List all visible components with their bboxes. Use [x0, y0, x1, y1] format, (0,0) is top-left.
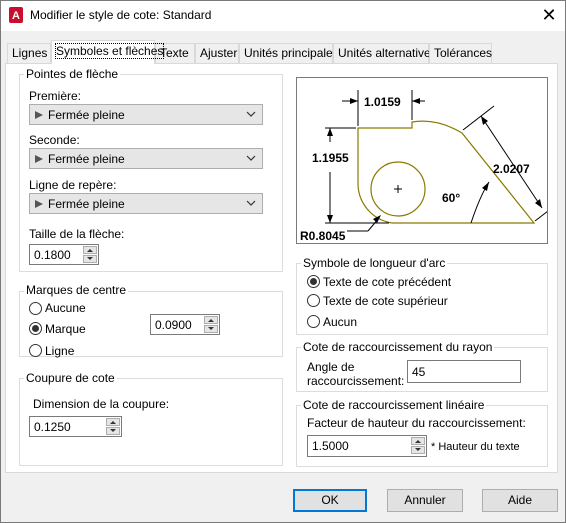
arrow-size-value: 0.1800 — [34, 248, 71, 262]
spin-up-button[interactable] — [411, 437, 425, 445]
spin-buttons — [106, 418, 120, 435]
chevron-down-icon — [246, 108, 256, 123]
close-button[interactable]: ✕ — [538, 4, 560, 26]
spin-buttons — [411, 437, 425, 454]
center-mark-radio[interactable] — [29, 322, 42, 335]
tab-label: Unités principales — [244, 46, 339, 60]
tab-ajuster[interactable]: Ajuster — [195, 43, 239, 63]
spin-down-button[interactable] — [83, 255, 97, 263]
linear-jog-legend: Cote de raccourcissement linéaire — [301, 398, 487, 412]
spin-up-button[interactable] — [83, 246, 97, 254]
center-marks-legend: Marques de centre — [24, 283, 129, 297]
break-size-label: Dimension de la coupure: — [33, 397, 170, 411]
spin-up-button[interactable] — [204, 316, 218, 324]
help-button[interactable]: Aide — [482, 489, 558, 512]
arrow-size-label: Taille de la flèche: — [29, 227, 125, 241]
left-dim-text: 1.1955 — [312, 151, 349, 165]
preview-drawing: 1.0159 1.1955 2.0207 60° R0.8045 — [300, 90, 549, 243]
jog-angle-label-1: Angle de — [307, 360, 355, 374]
arrow-size-stepper[interactable]: 0.1800 — [29, 244, 99, 265]
angle-text: 60° — [442, 191, 460, 205]
center-line-label: Ligne — [45, 344, 75, 358]
jog-factor-label: Facteur de hauteur du raccourcissement: — [307, 416, 526, 430]
second-arrow-label: Seconde: — [29, 133, 80, 147]
first-arrow-label: Première: — [29, 89, 82, 103]
cancel-button[interactable]: Annuler — [387, 489, 463, 512]
tab-label: Unités alternatives — [338, 46, 437, 60]
arc-preceding-label: Texte de cote précédent — [323, 275, 452, 289]
spin-down-button[interactable] — [106, 427, 120, 435]
arrowhead-icon — [34, 109, 44, 123]
tab-label: Symboles et flèches — [54, 43, 165, 59]
jog-factor-value: 1.5000 — [312, 439, 349, 453]
svg-text:A: A — [12, 10, 20, 22]
right-dim-text: 2.0207 — [493, 162, 530, 176]
jog-factor-suffix: * Hauteur du texte — [431, 441, 520, 453]
jog-angle-input[interactable]: 45 — [407, 360, 521, 383]
center-mark-label: Marque — [45, 322, 86, 336]
tab-unites-alternatives[interactable]: Unités alternatives — [333, 43, 437, 63]
spin-down-button[interactable] — [411, 446, 425, 454]
chevron-down-icon — [246, 197, 256, 212]
leader-arrow-select[interactable]: Fermée pleine — [29, 193, 263, 214]
tab-label: Lignes — [12, 46, 48, 60]
tab-lignes[interactable]: Lignes — [7, 43, 51, 63]
autocad-icon: A — [8, 7, 24, 23]
center-line-radio[interactable] — [29, 344, 42, 357]
ok-button[interactable]: OK — [293, 489, 367, 512]
arc-length-legend: Symbole de longueur d'arc — [301, 256, 448, 270]
dim-break-legend: Coupure de cote — [24, 371, 117, 385]
tab-label: Tolérances — [434, 46, 493, 60]
arc-preceding-radio[interactable] — [307, 275, 320, 288]
second-arrow-value: Fermée pleine — [48, 152, 125, 166]
chevron-down-icon — [246, 152, 256, 167]
break-size-value: 0.1250 — [34, 420, 71, 434]
arc-above-label: Texte de cote supérieur — [323, 294, 448, 308]
first-arrow-select[interactable]: Fermée pleine — [29, 104, 263, 125]
arrowhead-icon — [34, 153, 44, 167]
leader-arrow-label: Ligne de repère: — [29, 178, 117, 192]
arc-none-radio[interactable] — [307, 315, 320, 328]
tab-label: Texte — [160, 46, 189, 60]
center-none-radio[interactable] — [29, 302, 42, 315]
dimension-preview: 1.0159 1.1955 2.0207 60° R0.8045 — [296, 77, 549, 244]
center-mark-size-value: 0.0900 — [155, 318, 192, 332]
second-arrow-select[interactable]: Fermée pleine — [29, 148, 263, 169]
window-title: Modifier le style de cote: Standard — [30, 8, 212, 22]
jog-factor-stepper[interactable]: 1.5000 — [307, 435, 427, 457]
top-dim-text: 1.0159 — [364, 95, 401, 109]
tab-symboles-fleches[interactable]: Symboles et flèches — [51, 40, 165, 64]
break-size-stepper[interactable]: 0.1250 — [29, 416, 122, 437]
center-mark-size-stepper[interactable]: 0.0900 — [150, 314, 220, 335]
spin-buttons — [83, 246, 97, 263]
arc-none-label: Aucun — [323, 315, 358, 329]
arrowhead-icon — [34, 198, 44, 212]
leader-arrow-value: Fermée pleine — [48, 197, 125, 211]
center-none-label: Aucune — [45, 301, 86, 315]
spin-up-button[interactable] — [106, 418, 120, 426]
radius-text: R0.8045 — [300, 229, 346, 243]
arrowheads-legend: Pointes de flèche — [24, 67, 121, 81]
tab-tolerances[interactable]: Tolérances — [429, 43, 492, 63]
spin-down-button[interactable] — [204, 325, 218, 333]
jog-angle-label-2: raccourcissement: — [307, 374, 405, 388]
tab-unites-principales[interactable]: Unités principales — [239, 43, 339, 63]
tab-label: Ajuster — [200, 46, 238, 60]
spin-buttons — [204, 316, 218, 333]
radius-jog-legend: Cote de raccourcissement du rayon — [301, 340, 495, 354]
arc-above-radio[interactable] — [307, 294, 320, 307]
jog-angle-value: 45 — [412, 365, 426, 379]
first-arrow-value: Fermée pleine — [48, 108, 125, 122]
